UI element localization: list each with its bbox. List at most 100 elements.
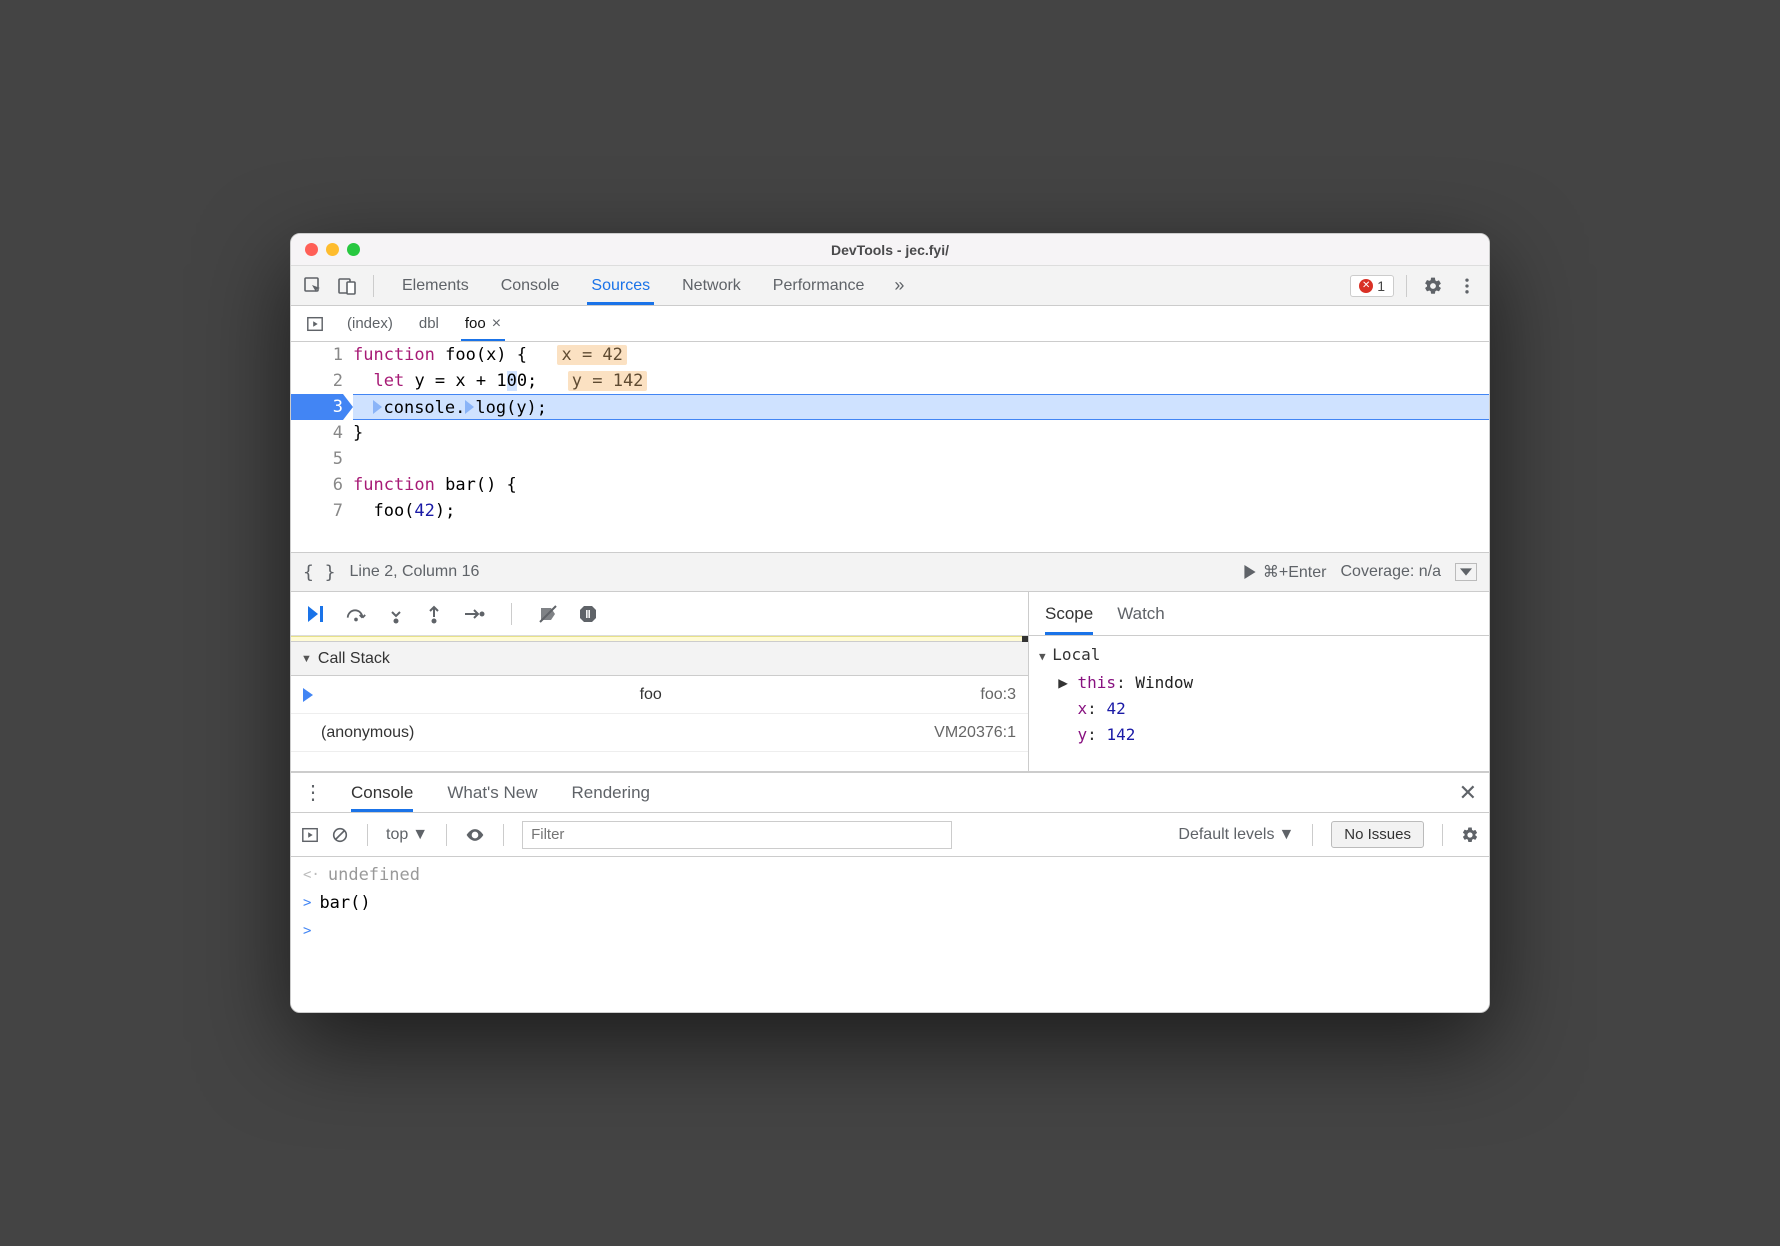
scope-entry[interactable]: ▶ this: Window [1039, 670, 1479, 696]
tab-elements[interactable]: Elements [386, 266, 485, 305]
drawer-tab-console[interactable]: Console [351, 773, 413, 812]
tab-console[interactable]: Console [485, 266, 576, 305]
separator [446, 824, 447, 846]
console-sidebar-toggle-icon[interactable] [301, 826, 319, 844]
scope-entry[interactable]: x: 42 [1039, 696, 1479, 722]
drawer-menu-icon[interactable]: ⋮ [303, 780, 323, 805]
drawer-tabs: ⋮ Console What's New Rendering ✕ [291, 773, 1489, 813]
close-tab-icon[interactable]: × [492, 315, 501, 333]
console-controls: top ▼ Default levels ▼ No Issues [291, 813, 1489, 857]
resume-button[interactable] [305, 604, 325, 624]
stack-frame[interactable]: (anonymous)VM20376:1 [291, 714, 1028, 752]
console-settings-gear-icon[interactable] [1461, 826, 1479, 844]
titlebar: DevTools - jec.fyi/ [291, 234, 1489, 266]
separator [1406, 275, 1407, 297]
tab-performance[interactable]: Performance [757, 266, 881, 305]
editor-statusbar: { } Line 2, Column 16 ⌘+Enter Coverage: … [291, 552, 1489, 592]
deactivate-breakpoints-button[interactable] [538, 604, 558, 624]
code-line[interactable]: let y = x + 100; y = 142 [353, 368, 1489, 394]
coverage-dropdown-icon[interactable] [1455, 563, 1477, 581]
code-line[interactable]: function foo(x) { x = 42 [353, 342, 1489, 368]
error-icon: ✕ [1359, 279, 1373, 293]
code-content[interactable]: function foo(x) { x = 42 let y = x + 100… [353, 342, 1489, 552]
zoom-window-button[interactable] [347, 243, 360, 256]
call-stack-header[interactable]: ▼ Call Stack [291, 642, 1028, 676]
code-line[interactable]: } [353, 420, 1489, 446]
source-editor[interactable]: 1234567 function foo(x) { x = 42 let y =… [291, 342, 1489, 552]
tab-sources[interactable]: Sources [575, 266, 666, 305]
pause-on-exceptions-button[interactable] [578, 604, 598, 624]
separator [367, 824, 368, 846]
clear-console-icon[interactable] [331, 826, 349, 844]
console-line[interactable]: > [291, 917, 1489, 945]
show-navigator-icon[interactable] [301, 310, 329, 338]
scope-body[interactable]: ▼ Local ▶ this: Window x: 42 y: 142 [1029, 636, 1489, 754]
side-tab-watch[interactable]: Watch [1117, 592, 1165, 635]
live-expression-eye-icon[interactable] [465, 828, 485, 842]
line-number[interactable]: 7 [291, 498, 343, 524]
separator [373, 275, 374, 297]
inspect-element-icon[interactable] [299, 272, 327, 300]
code-line[interactable] [353, 446, 1489, 472]
line-number[interactable]: 2 [291, 368, 343, 394]
separator [1312, 824, 1313, 846]
paused-indicator [291, 636, 1028, 642]
cursor-position: Line 2, Column 16 [350, 563, 480, 581]
line-number[interactable]: 3 [291, 394, 343, 420]
close-window-button[interactable] [305, 243, 318, 256]
stack-frame[interactable]: foofoo:3 [291, 676, 1028, 714]
code-line[interactable]: foo(42); [353, 498, 1489, 524]
call-stack-list: foofoo:3(anonymous)VM20376:1 [291, 676, 1028, 752]
debugger-toolbar [291, 592, 1028, 636]
side-tabs: Scope Watch [1029, 592, 1489, 636]
debugger-left-pane: ▼ Call Stack foofoo:3(anonymous)VM20376:… [291, 592, 1029, 771]
line-number-gutter[interactable]: 1234567 [291, 342, 353, 552]
separator [503, 824, 504, 846]
separator [1442, 824, 1443, 846]
chevron-down-icon: ▼ [412, 826, 428, 844]
error-count: 1 [1377, 278, 1385, 294]
main-toolbar: ElementsConsoleSourcesNetworkPerformance… [291, 266, 1489, 306]
minimize-window-button[interactable] [326, 243, 339, 256]
line-number[interactable]: 5 [291, 446, 343, 472]
console-output[interactable]: <·undefined>bar()> [291, 857, 1489, 1012]
settings-gear-icon[interactable] [1419, 272, 1447, 300]
run-snippet-icon[interactable]: ⌘+Enter [1243, 562, 1327, 582]
code-line[interactable]: function bar() { [353, 472, 1489, 498]
code-line[interactable]: console.log(y); [353, 394, 1489, 420]
step-into-button[interactable] [387, 604, 405, 624]
line-number[interactable]: 1 [291, 342, 343, 368]
drawer: ⋮ Console What's New Rendering ✕ top ▼ [291, 772, 1489, 1012]
coverage-status: Coverage: n/a [1340, 563, 1441, 581]
step-button[interactable] [463, 604, 485, 624]
debugger-row: ▼ Call Stack foofoo:3(anonymous)VM20376:… [291, 592, 1489, 772]
more-tabs-chevron-icon[interactable]: » [886, 275, 912, 296]
window-title: DevTools - jec.fyi/ [291, 242, 1489, 258]
scope-entry[interactable]: y: 142 [1039, 722, 1479, 748]
close-drawer-icon[interactable]: ✕ [1459, 780, 1477, 806]
log-levels-dropdown[interactable]: Default levels ▼ [1178, 826, 1294, 844]
execution-context-dropdown[interactable]: top ▼ [386, 826, 428, 844]
devtools-window: DevTools - jec.fyi/ ElementsConsoleSourc… [290, 233, 1490, 1013]
side-tab-scope[interactable]: Scope [1045, 592, 1093, 635]
drawer-tab-what-s-new[interactable]: What's New [447, 773, 537, 812]
pretty-print-icon[interactable]: { } [303, 562, 336, 583]
error-badge[interactable]: ✕ 1 [1350, 275, 1394, 297]
line-number[interactable]: 4 [291, 420, 343, 446]
device-toolbar-icon[interactable] [333, 272, 361, 300]
more-menu-icon[interactable] [1453, 272, 1481, 300]
step-over-button[interactable] [345, 604, 367, 624]
console-line: <·undefined [291, 861, 1489, 889]
console-filter-input[interactable] [522, 821, 952, 849]
file-tab-foo[interactable]: foo× [465, 306, 501, 341]
panel-tabs: ElementsConsoleSourcesNetworkPerformance [386, 266, 880, 305]
issues-button[interactable]: No Issues [1331, 821, 1424, 848]
drawer-tab-rendering[interactable]: Rendering [572, 773, 650, 812]
scope-pane: Scope Watch ▼ Local ▶ this: Window x: 42 … [1029, 592, 1489, 771]
line-number[interactable]: 6 [291, 472, 343, 498]
chevron-down-icon: ▼ [1278, 826, 1294, 844]
file-tab-dbl[interactable]: dbl [419, 306, 439, 341]
step-out-button[interactable] [425, 604, 443, 624]
file-tab-index[interactable]: (index) [347, 306, 393, 341]
tab-network[interactable]: Network [666, 266, 757, 305]
